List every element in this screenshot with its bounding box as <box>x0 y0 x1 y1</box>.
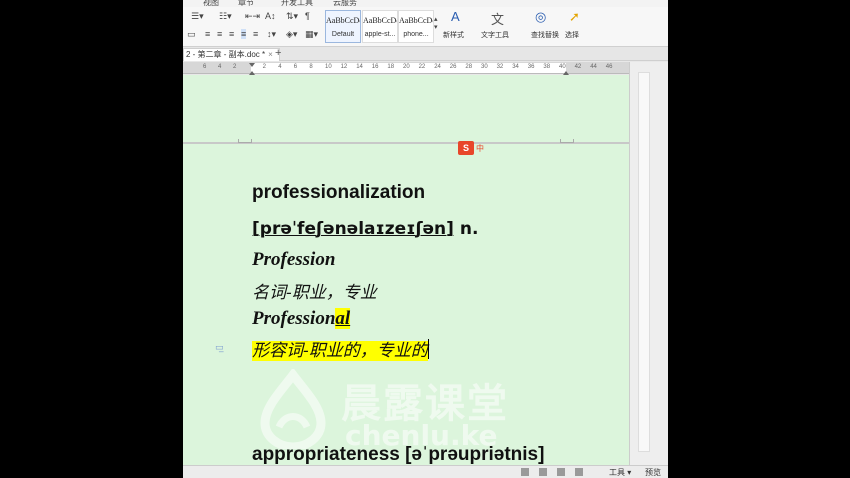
tools-button[interactable]: 工具 ▾ <box>609 467 631 478</box>
ruler-number: 10 <box>325 64 332 70</box>
ruler-number: 6 <box>293 64 298 70</box>
indent-marker-icon[interactable] <box>249 62 255 75</box>
paragraph-handle-icon[interactable]: ▭̲ <box>215 342 224 353</box>
ribbon-toolbar: ☰▾ ☷▾ ⇤⇥ A↕ ⇅▾ ¶ ▭ ≡ ≡ ≡ ≡ ≡ ↕▾ ◈▾ ▦▾ Aa… <box>183 7 668 47</box>
ruler-number: 26 <box>449 64 457 70</box>
ime-mode-indicator[interactable]: 中 <box>476 143 484 154</box>
justify-icon[interactable]: ≡ <box>241 29 247 39</box>
style-phone[interactable]: AaBbCcDd phone... <box>398 10 434 43</box>
document-area[interactable]: professionalization [prəˈfeʃənəlaɪzeɪʃən… <box>183 75 629 478</box>
new-tab-button[interactable]: + <box>275 47 281 60</box>
word-professional: Professional <box>252 308 351 329</box>
ruler-number: 34 <box>512 64 519 70</box>
view-mode-icon[interactable] <box>557 468 565 476</box>
shading-icon[interactable]: ◈▾ <box>286 29 297 40</box>
line-spacing-icon[interactable]: ↕▾ <box>267 29 276 40</box>
find-replace-icon[interactable]: ◎ <box>535 9 546 25</box>
ruler-number: 28 <box>465 64 473 70</box>
right-indent-marker-icon[interactable] <box>563 62 569 75</box>
align-right-icon[interactable]: ≡ <box>229 29 234 39</box>
ruler-number: 42 <box>574 64 582 70</box>
numbered-list-icon[interactable]: ☷▾ <box>219 11 232 22</box>
scroll-thumb[interactable] <box>638 72 650 452</box>
indent-icon[interactable]: ⇤⇥ <box>245 11 260 22</box>
style-default[interactable]: AaBbCcDd Default <box>325 10 361 43</box>
align-center-icon[interactable]: ≡ <box>217 29 222 39</box>
horizontal-ruler[interactable]: 6 4 2 2 4 6 8 10 12 14 16 18 20 22 24 26 28 30 32 34 36 38 40 4… <box>183 62 629 75</box>
ruler-number: 30 <box>481 64 488 70</box>
sort-icon[interactable]: ⇅▾ <box>286 11 298 22</box>
ruler-number: 18 <box>387 64 395 70</box>
ruler-number: 22 <box>418 64 426 70</box>
ipa-transcription: [prəˈfeʃənəlaɪzeɪʃən] <box>252 219 454 239</box>
ruler-number: 14 <box>356 64 363 70</box>
close-tab-icon[interactable]: × <box>268 50 273 59</box>
ruler-number: 2 <box>233 64 237 70</box>
watermark-logo: 晨露课堂 chenlu.ke <box>253 363 573 453</box>
word-profession: Profession <box>252 249 336 270</box>
font-size-icon[interactable]: A↕ <box>265 11 276 21</box>
new-style-button[interactable]: 新样式 <box>443 31 464 41</box>
select-cursor-icon[interactable]: ➚ <box>569 9 580 25</box>
wps-writer-window: 视图 章节 开发工具 云服务 ☰▾ ☷▾ ⇤⇥ A↕ ⇅▾ ¶ ▭ ≡ ≡ ≡ … <box>183 0 668 478</box>
style-apple[interactable]: AaBbCcDd apple-st... <box>362 10 398 43</box>
find-replace-button[interactable]: 查找替换 <box>531 31 559 41</box>
text-tools-button[interactable]: 文字工具 <box>481 31 509 41</box>
meaning-noun: 名词-职业，专业 <box>252 283 377 303</box>
ruler-number: 46 <box>605 64 613 70</box>
select-button[interactable]: 选择 <box>565 31 579 41</box>
distribute-icon[interactable]: ≡ <box>253 29 258 39</box>
ruler-number: 8 <box>309 64 313 70</box>
ruler-number: 24 <box>434 64 441 70</box>
ruler-number: 6 <box>203 64 207 70</box>
suffix-highlight: al <box>335 308 351 329</box>
gallery-scroll-icon[interactable]: ▴ ▾ <box>434 15 438 31</box>
text-cursor <box>427 339 429 359</box>
document-tab-bar: 2 - 第二章 - 副本.doc * × + <box>183 47 668 61</box>
headword-appropriateness: appropriateness [əˈprəupriətnis] <box>252 444 545 465</box>
view-mode-icon[interactable] <box>521 468 529 476</box>
text-tools-icon[interactable]: 文 <box>491 9 504 28</box>
show-marks-icon[interactable]: ¶ <box>305 11 310 21</box>
ruler-number: 20 <box>403 64 410 70</box>
new-style-icon[interactable]: A <box>451 9 460 24</box>
ruler-number: 38 <box>543 64 551 70</box>
page-corner-mark <box>238 139 252 143</box>
ruler-number: 4 <box>218 64 222 70</box>
ruler-number: 32 <box>496 64 504 70</box>
ruler-number: 36 <box>527 64 535 70</box>
document-page[interactable]: professionalization [prəˈfeʃənəlaɪzeɪʃən… <box>183 75 629 478</box>
menu-bar: 视图 章节 开发工具 云服务 <box>183 0 668 7</box>
sogou-ime-icon[interactable]: S <box>458 141 474 155</box>
view-mode-icon[interactable] <box>575 468 583 476</box>
ruler-number: 16 <box>371 64 379 70</box>
status-bar: 工具 ▾ 预览 <box>183 465 668 478</box>
vertical-scrollbar[interactable] <box>629 62 668 478</box>
part-of-speech: n. <box>453 219 479 239</box>
ruler-number: 12 <box>340 64 348 70</box>
phonetic-line: [prəˈfeʃənəlaɪzeɪʃən] n. <box>252 219 478 239</box>
align-left-icon[interactable]: ≡ <box>205 29 210 39</box>
watermark-drop-icon <box>260 369 326 449</box>
page-corner-mark <box>560 139 574 143</box>
ruler-number: 4 <box>278 64 282 70</box>
view-mode-icon[interactable] <box>539 468 547 476</box>
ruler-number: 2 <box>262 64 266 70</box>
preview-button[interactable]: 预览 <box>645 467 661 478</box>
bullet-list-icon[interactable]: ☰▾ <box>191 11 204 22</box>
borders-icon[interactable]: ▦▾ <box>305 29 318 40</box>
ribbon-small-icon[interactable]: ▭ <box>187 29 196 40</box>
meaning-adjective: 形容词-职业的，专业的 <box>252 339 429 361</box>
ruler-number: 44 <box>590 64 597 70</box>
headword: professionalization <box>252 182 426 203</box>
document-tab[interactable]: 2 - 第二章 - 副本.doc * × <box>183 48 280 61</box>
